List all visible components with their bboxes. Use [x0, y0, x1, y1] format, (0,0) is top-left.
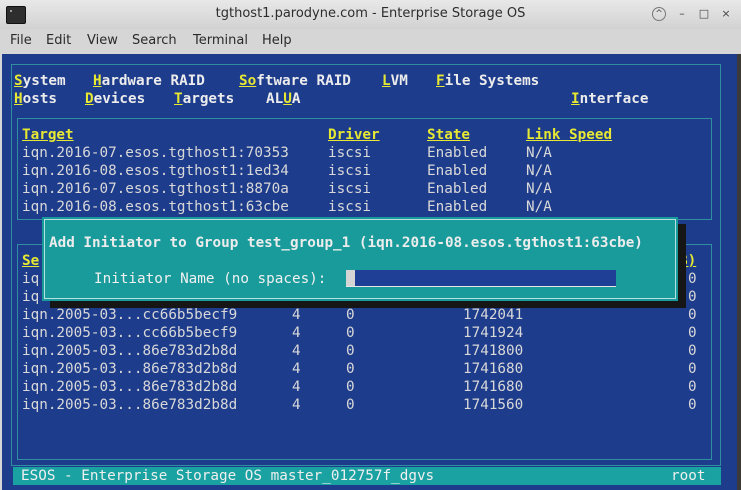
menu-search[interactable]: Search — [132, 33, 177, 48]
target-driver: iscsi — [328, 145, 372, 161]
target-state: Enabled — [427, 163, 488, 179]
targets-header-state: State — [427, 127, 471, 143]
esos-menu-software-raid[interactable]: Software RAID — [239, 72, 351, 90]
session-col3: 0 — [346, 379, 355, 395]
terminal-window: tgthost1.parodyne.com - Enterprise Stora… — [0, 0, 741, 490]
session-col2: 4 — [292, 379, 301, 395]
menu-file[interactable]: File — [10, 33, 32, 48]
esos-menu-interface[interactable]: Interface — [571, 90, 648, 108]
target-name: iqn.2016-07.esos.tgthost1:8870a — [22, 181, 289, 197]
session-col4: 1741680 — [463, 379, 524, 395]
session-col5: 0 — [688, 397, 697, 413]
session-col3: 0 — [346, 397, 355, 413]
session-col5: 0 — [688, 307, 697, 323]
session-col5: 0 — [688, 379, 697, 395]
shade-up-icon[interactable]: ^ — [652, 7, 666, 21]
esos-menu-lvm[interactable]: LVM — [382, 72, 408, 90]
session-col5: 0 — [688, 343, 697, 359]
session-row-partial-right: 0 — [688, 271, 697, 287]
session-initiator: iqn.2005-03...86e783d2b8d — [22, 361, 238, 377]
session-initiator: iqn.2005-03...86e783d2b8d — [22, 379, 238, 395]
session-col4: 1741680 — [463, 361, 524, 377]
session-col2: 4 — [292, 325, 301, 341]
session-initiator: iqn.2005-03...cc66b5becf9 — [22, 307, 238, 323]
esos-menu-devices[interactable]: Devices — [85, 90, 145, 108]
session-col5: 0 — [688, 361, 697, 377]
esos-menu-hardware-raid[interactable]: Hardware RAID — [93, 72, 205, 90]
sessions-header-left: Se — [22, 253, 40, 269]
title-bar[interactable]: tgthost1.parodyne.com - Enterprise Stora… — [0, 0, 741, 30]
targets-header-link-speed: Link Speed — [526, 127, 613, 143]
session-initiator: iqn.2005-03...86e783d2b8d — [22, 397, 238, 413]
session-col4: 1741800 — [463, 343, 524, 359]
target-state: Enabled — [427, 145, 488, 161]
target-driver: iscsi — [328, 163, 372, 179]
window-title: tgthost1.parodyne.com - Enterprise Stora… — [215, 6, 526, 21]
menu-view[interactable]: View — [87, 33, 118, 48]
text-cursor — [346, 270, 355, 286]
session-row-partial-left: iq — [22, 289, 40, 305]
minimize-button[interactable]: – — [675, 7, 689, 21]
maximize-button[interactable]: □ — [697, 7, 711, 21]
target-driver: iscsi — [328, 181, 372, 197]
esos-menu-hosts[interactable]: Hosts — [14, 90, 57, 108]
target-name: iqn.2016-08.esos.tgthost1:63cbe — [22, 199, 289, 215]
targets-header-driver: Driver — [328, 127, 380, 143]
target-name: iqn.2016-08.esos.tgthost1:1ed34 — [22, 163, 289, 179]
targets-header-target: Target — [22, 127, 74, 143]
menu-terminal[interactable]: Terminal — [193, 33, 248, 48]
menu-help[interactable]: Help — [262, 33, 292, 48]
esos-menu-targets[interactable]: Targets — [174, 90, 234, 108]
session-col4: 1742041 — [463, 307, 524, 323]
session-col3: 0 — [346, 361, 355, 377]
target-link-speed: N/A — [526, 163, 552, 179]
session-col4: 1741924 — [463, 325, 524, 341]
terminal-scrollbar[interactable] — [737, 54, 741, 490]
status-left-text: ESOS - Enterprise Storage OS master_0127… — [21, 468, 435, 484]
session-initiator: iqn.2005-03...cc66b5becf9 — [22, 325, 238, 341]
initiator-name-input[interactable] — [346, 270, 616, 287]
initiator-name-label: Initiator Name (no spaces): — [94, 271, 327, 287]
esos-menu-alua[interactable]: ALUA — [266, 90, 300, 108]
session-initiator: iqn.2005-03...86e783d2b8d — [22, 343, 238, 359]
add-initiator-dialog — [42, 217, 678, 301]
session-col4: 1741560 — [463, 397, 524, 413]
session-col2: 4 — [292, 307, 301, 323]
esos-menu-file-systems[interactable]: File Systems — [436, 72, 539, 90]
session-col3: 0 — [346, 307, 355, 323]
dialog-title: Add Initiator to Group test_group_1 (iqn… — [49, 235, 643, 251]
target-link-speed: N/A — [526, 145, 552, 161]
menu-edit[interactable]: Edit — [46, 33, 71, 48]
session-col3: 0 — [346, 343, 355, 359]
target-link-speed: N/A — [526, 199, 552, 215]
target-driver: iscsi — [328, 199, 372, 215]
session-col2: 4 — [292, 397, 301, 413]
target-state: Enabled — [427, 199, 488, 215]
session-col2: 4 — [292, 343, 301, 359]
session-row-partial-right: 0 — [688, 289, 697, 305]
menu-bar: File Edit View Search Terminal Help — [0, 29, 741, 53]
close-button[interactable]: × — [719, 7, 733, 21]
status-user: root — [671, 468, 706, 484]
session-col2: 4 — [292, 361, 301, 377]
session-row-partial-left: iq — [22, 271, 40, 287]
session-col3: 0 — [346, 325, 355, 341]
target-name: iqn.2016-07.esos.tgthost1:70353 — [22, 145, 289, 161]
session-col5: 0 — [688, 325, 697, 341]
target-link-speed: N/A — [526, 181, 552, 197]
esos-menu-system[interactable]: System — [14, 72, 66, 90]
status-bar: ESOS - Enterprise Storage OS master_0127… — [13, 467, 721, 485]
target-state: Enabled — [427, 181, 488, 197]
